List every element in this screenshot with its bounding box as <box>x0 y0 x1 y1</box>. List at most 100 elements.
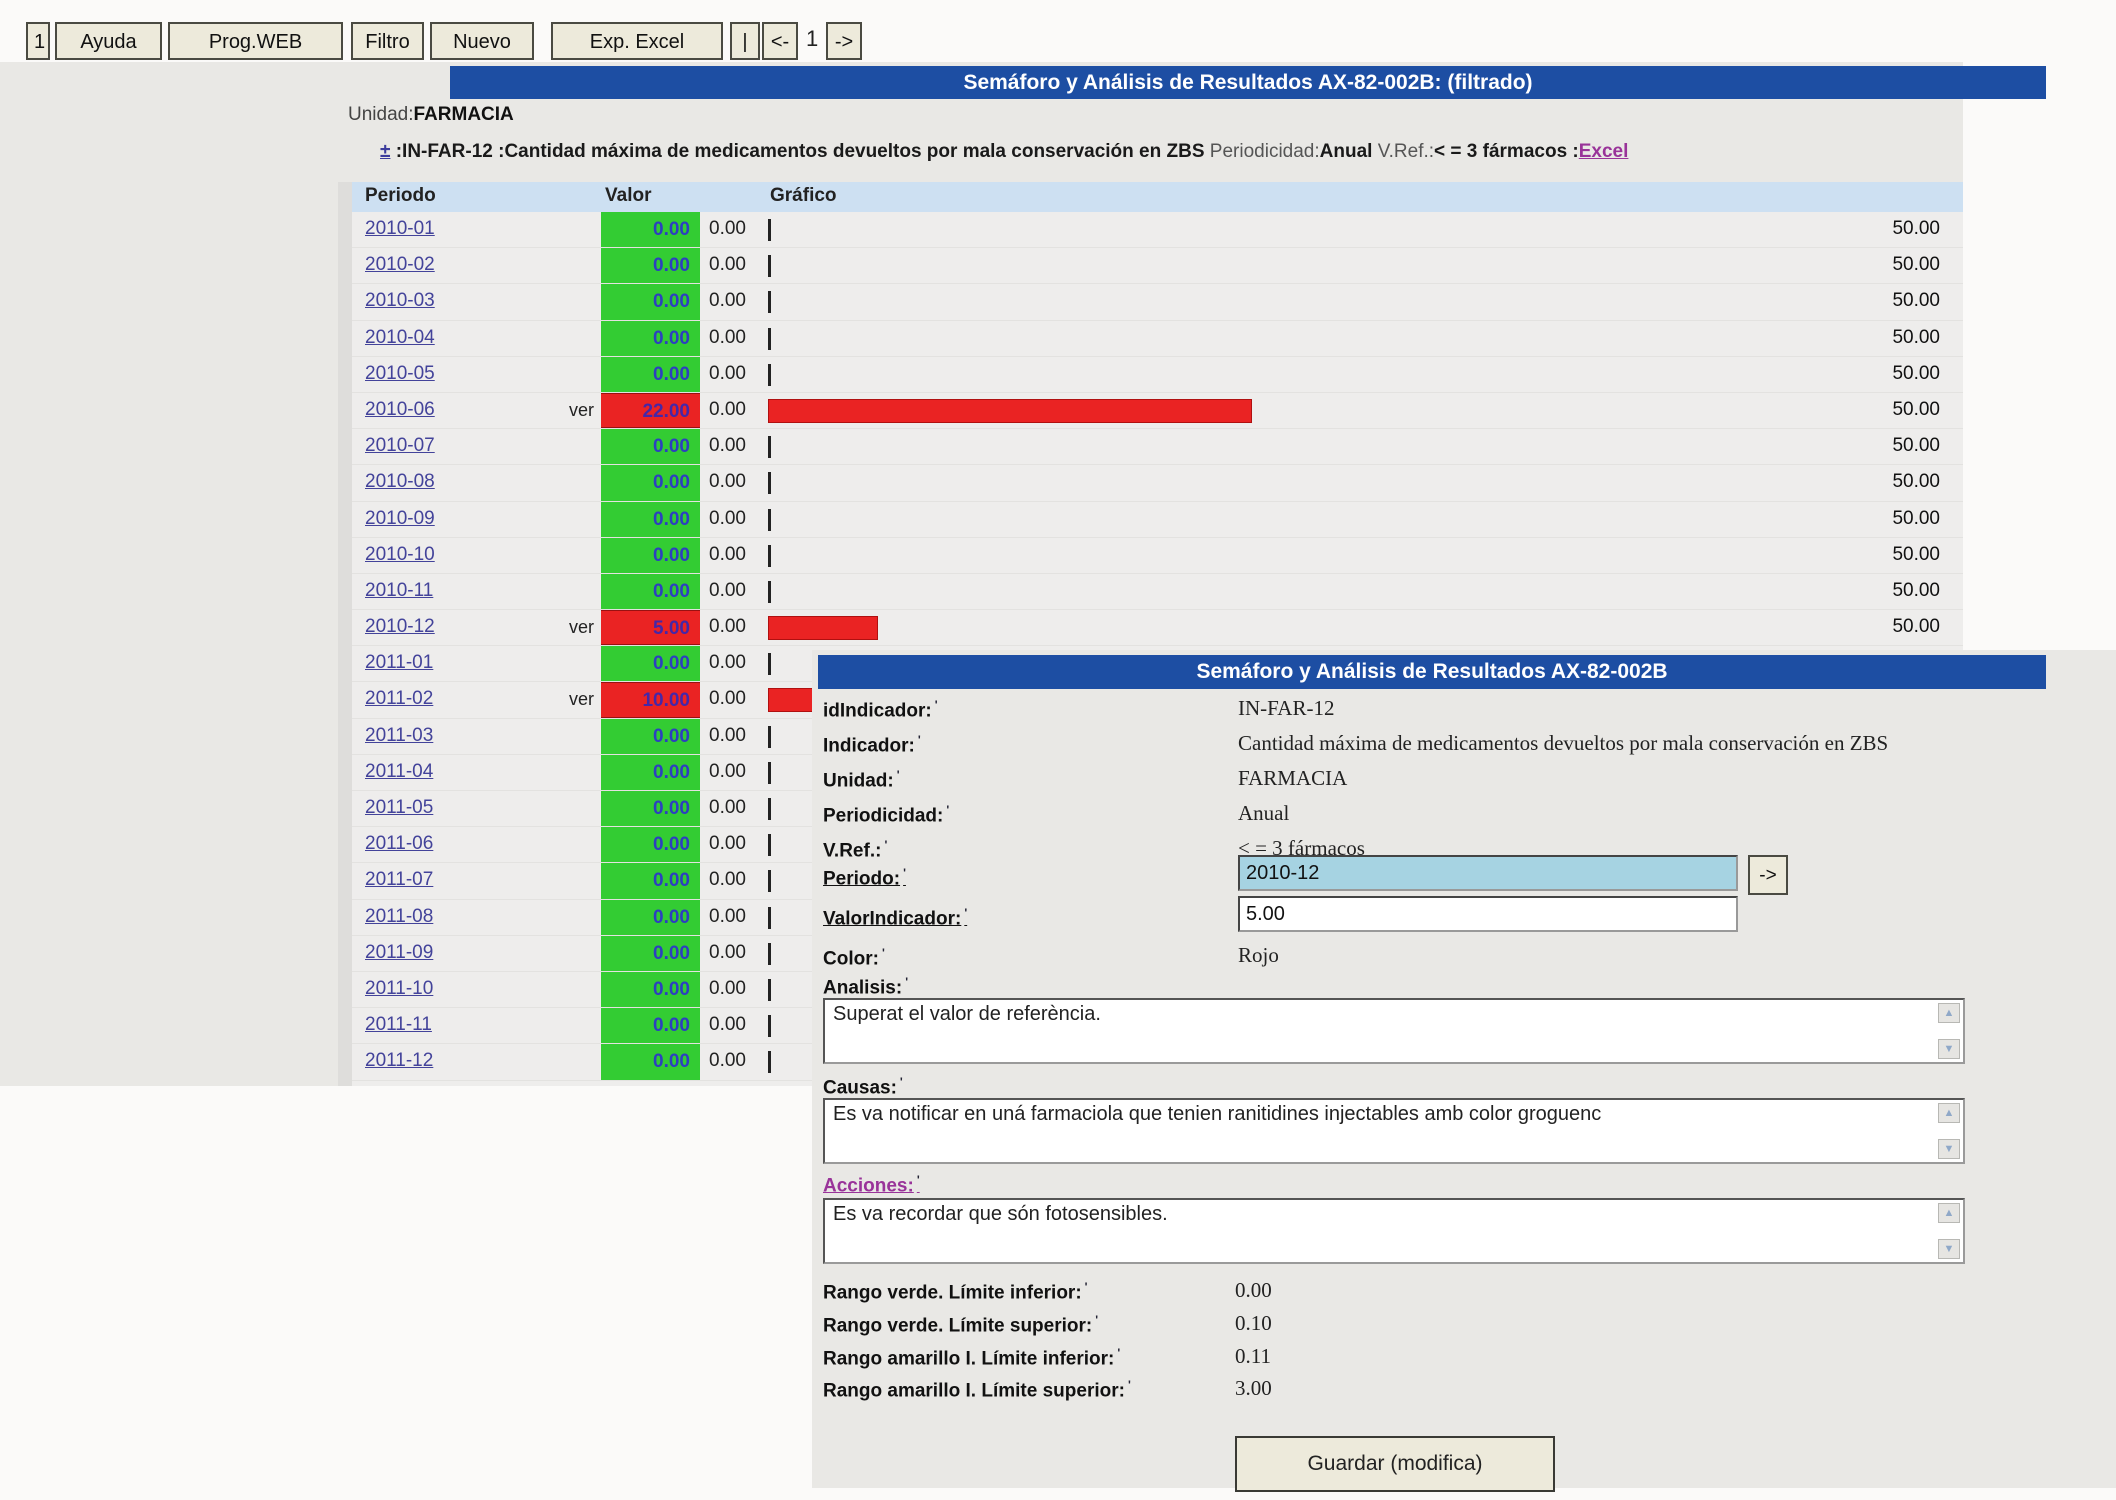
analisis-textarea[interactable]: Superat el valor de referència. <box>823 998 1965 1064</box>
period-link[interactable]: 2011-10 <box>365 978 433 1000</box>
main-title-bar: Semáforo y Análisis de Resultados AX-82-… <box>450 66 2046 99</box>
ayuda-button[interactable]: Ayuda <box>55 22 162 60</box>
period-link[interactable]: 2010-07 <box>365 435 435 457</box>
period-link[interactable]: 2010-03 <box>365 290 435 312</box>
save-button[interactable]: Guardar (modifica) <box>1235 1436 1555 1492</box>
scroll-down-icon[interactable]: ▼ <box>1938 1239 1960 1259</box>
max-scale-value: 50.00 <box>1840 363 1940 385</box>
period-link[interactable]: 2011-01 <box>365 652 433 674</box>
rango-value: 0.11 <box>1235 1344 1271 1369</box>
period-link[interactable]: 2011-12 <box>365 1050 433 1072</box>
max-scale-value: 50.00 <box>1840 616 1940 638</box>
filtro-button[interactable]: Filtro <box>351 22 424 60</box>
valor-cell: 0.00 <box>601 212 700 247</box>
field-label: Periodicidad:' <box>823 803 949 827</box>
period-link[interactable]: 2010-01 <box>365 218 435 240</box>
rango-label: Rango amarillo I. Límite superior:' <box>823 1378 1131 1402</box>
period-link[interactable]: 2010-06 <box>365 399 435 421</box>
unidad-label: Unidad: <box>348 104 414 125</box>
export-excel-button[interactable]: Exp. Excel <box>551 22 723 60</box>
valor-secondary: 0.00 <box>709 869 746 891</box>
period-link[interactable]: 2011-09 <box>365 942 433 964</box>
scroll-up-icon[interactable]: ▲ <box>1938 1003 1960 1023</box>
causas-textarea[interactable]: Es va notificar en uná farmaciola que te… <box>823 1098 1965 1164</box>
info-mark: ' <box>1085 1280 1088 1294</box>
field-value: Anual <box>1238 801 1289 826</box>
period-link[interactable]: 2011-02 <box>365 688 433 710</box>
period-link[interactable]: 2010-12 <box>365 616 435 638</box>
period-link[interactable]: 2010-08 <box>365 471 435 493</box>
nav-prev-button[interactable]: <- <box>762 22 798 60</box>
period-link[interactable]: 2011-05 <box>365 797 433 819</box>
page-1-button[interactable]: 1 <box>26 22 50 60</box>
period-link[interactable]: 2010-04 <box>365 327 435 349</box>
valor-indicador-input[interactable] <box>1238 896 1738 932</box>
valor-cell: 0.00 <box>601 1008 700 1043</box>
periodicidad-label: Periodicidad: <box>1210 141 1320 162</box>
period-link[interactable]: 2010-10 <box>365 544 435 566</box>
valor-cell: 10.00 <box>601 682 700 717</box>
period-link[interactable]: 2010-05 <box>365 363 435 385</box>
valor-secondary: 0.00 <box>709 1050 746 1072</box>
max-scale-value: 50.00 <box>1840 254 1940 276</box>
value-bar <box>768 616 878 640</box>
column-header-valor: Valor <box>605 185 651 207</box>
prog-web-button[interactable]: Prog.WEB <box>168 22 343 60</box>
field-value: FARMACIA <box>1238 766 1347 791</box>
valor-indicador-label[interactable]: ValorIndicador:' <box>823 906 967 930</box>
column-header-grafico: Gráfico <box>770 185 837 207</box>
info-mark: ' <box>882 946 885 960</box>
rango-value: 3.00 <box>1235 1376 1272 1401</box>
rango-value: 0.00 <box>1235 1278 1272 1303</box>
table-row: 2010-08 0.00 0.00 50.00 <box>352 465 1963 501</box>
acciones-label[interactable]: Acciones:' <box>823 1173 920 1197</box>
period-link[interactable]: 2011-04 <box>365 761 433 783</box>
causas-textarea-wrap: Es va notificar en uná farmaciola que te… <box>823 1098 1965 1164</box>
table-header-row: Periodo Valor Gráfico <box>352 182 1963 212</box>
excel-link[interactable]: Excel <box>1579 141 1629 162</box>
period-link[interactable]: 2011-06 <box>365 833 433 855</box>
zero-tick-mark <box>768 219 771 241</box>
ver-link[interactable]: ver <box>532 617 594 638</box>
info-mark: ' <box>884 838 887 852</box>
nuevo-button[interactable]: Nuevo <box>430 22 534 60</box>
info-mark: ' <box>1117 1346 1120 1360</box>
acciones-textarea-wrap: Es va recordar que són fotosensibles. ▲ … <box>823 1198 1965 1264</box>
zero-tick-mark <box>768 436 771 458</box>
period-link[interactable]: 2011-08 <box>365 906 433 928</box>
table-row: 2010-03 0.00 0.00 50.00 <box>352 284 1963 320</box>
valor-secondary: 0.00 <box>709 290 746 312</box>
periodo-next-button[interactable]: -> <box>1748 855 1788 895</box>
valor-secondary: 0.00 <box>709 942 746 964</box>
info-mark: ' <box>946 803 949 817</box>
period-link[interactable]: 2011-07 <box>365 869 433 891</box>
zero-tick-mark <box>768 472 771 494</box>
nav-first-button[interactable]: |< <box>730 22 760 60</box>
period-link[interactable]: 2011-11 <box>365 1014 432 1036</box>
scroll-up-icon[interactable]: ▲ <box>1938 1203 1960 1223</box>
zero-tick-mark <box>768 653 771 675</box>
zero-tick-mark <box>768 907 771 929</box>
scroll-down-icon[interactable]: ▼ <box>1938 1139 1960 1159</box>
ver-link[interactable]: ver <box>532 400 594 421</box>
info-mark: ' <box>917 1173 920 1187</box>
period-link[interactable]: 2010-11 <box>365 580 433 602</box>
dialog-field-row: Unidad:' FARMACIA <box>823 763 2113 798</box>
nav-next-button[interactable]: -> <box>826 22 862 60</box>
periodo-field-label[interactable]: Periodo:' <box>823 866 906 890</box>
valor-cell: 0.00 <box>601 1044 700 1079</box>
rango-value: 0.10 <box>1235 1311 1272 1336</box>
period-link[interactable]: 2010-02 <box>365 254 435 276</box>
periodo-input[interactable] <box>1238 855 1738 891</box>
table-row: 2010-05 0.00 0.00 50.00 <box>352 357 1963 393</box>
period-link[interactable]: 2010-09 <box>365 508 435 530</box>
ver-link[interactable]: ver <box>532 689 594 710</box>
expand-collapse-link[interactable]: ± <box>380 141 390 162</box>
info-mark: ' <box>1095 1313 1098 1327</box>
valor-secondary: 0.00 <box>709 544 746 566</box>
period-link[interactable]: 2011-03 <box>365 725 433 747</box>
causas-label: Causas:' <box>823 1075 903 1099</box>
acciones-textarea[interactable]: Es va recordar que són fotosensibles. <box>823 1198 1965 1264</box>
scroll-down-icon[interactable]: ▼ <box>1938 1039 1960 1059</box>
scroll-up-icon[interactable]: ▲ <box>1938 1103 1960 1123</box>
